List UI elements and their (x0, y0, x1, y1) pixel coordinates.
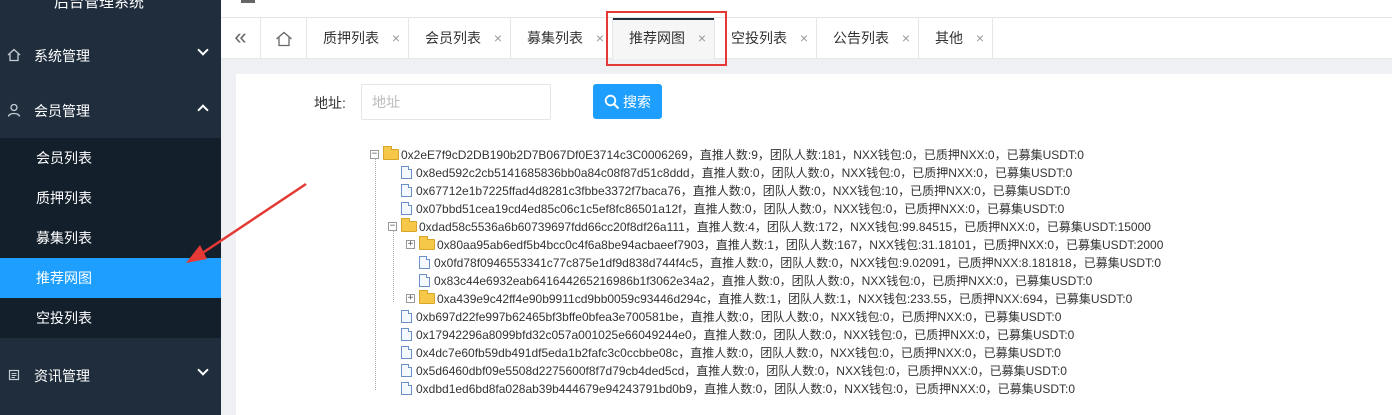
annotation-arrow (186, 182, 307, 263)
